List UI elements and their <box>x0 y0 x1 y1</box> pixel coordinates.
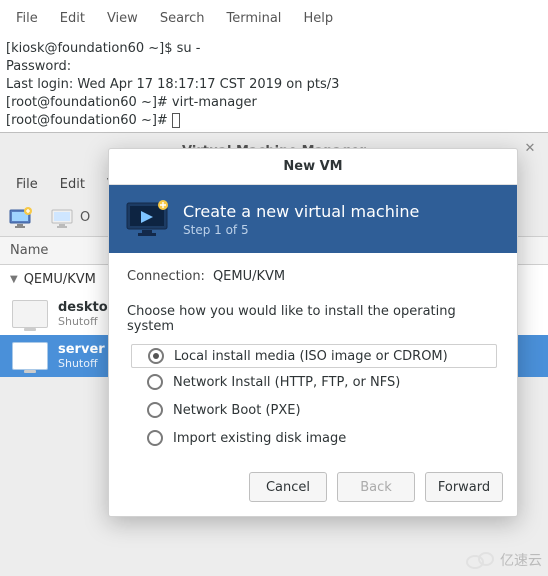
forward-button[interactable]: Forward <box>425 472 503 502</box>
wizard-step: Step 1 of 5 <box>183 223 419 237</box>
vmm-menu-file[interactable]: File <box>6 173 48 196</box>
radio-icon[interactable] <box>148 348 164 364</box>
menu-search[interactable]: Search <box>150 7 215 30</box>
connection-name: QEMU/KVM <box>24 272 96 287</box>
wizard-banner: Create a new virtual machine Step 1 of 5 <box>109 185 517 253</box>
option-label: Import existing disk image <box>173 431 346 446</box>
vm-play-icon <box>125 199 169 239</box>
choose-label: Choose how you would like to install the… <box>127 304 499 334</box>
term-line: Last login: Wed Apr 17 18:17:17 CST 2019… <box>6 77 339 92</box>
watermark: 亿速云 <box>466 550 542 570</box>
menu-help[interactable]: Help <box>293 7 343 30</box>
menu-file[interactable]: File <box>6 7 48 30</box>
open-label: O <box>80 210 90 225</box>
cursor <box>172 113 180 128</box>
menu-terminal[interactable]: Terminal <box>216 7 291 30</box>
monitor-icon <box>12 342 48 370</box>
option-import-disk[interactable]: Import existing disk image <box>127 424 499 452</box>
vm-state: Shutoff <box>58 357 105 370</box>
term-line: [root@foundation60 ~]# virt-manager <box>6 95 257 110</box>
watermark-text: 亿速云 <box>500 550 542 570</box>
vmm-menu-edit[interactable]: Edit <box>50 173 95 196</box>
wizard-heading: Create a new virtual machine <box>183 202 419 221</box>
terminal-menubar: File Edit View Search Terminal Help <box>0 0 548 36</box>
option-label: Local install media (ISO image or CDROM) <box>174 349 448 364</box>
radio-icon[interactable] <box>147 374 163 390</box>
radio-icon[interactable] <box>147 402 163 418</box>
term-line: [root@foundation60 ~]# <box>6 113 172 128</box>
option-network-install[interactable]: Network Install (HTTP, FTP, or NFS) <box>127 368 499 396</box>
term-line: Password: <box>6 59 71 74</box>
wizard-footer: Cancel Back Forward <box>109 464 517 516</box>
connection-value: QEMU/KVM <box>213 269 285 284</box>
option-label: Network Boot (PXE) <box>173 403 301 418</box>
vm-name: server <box>58 342 105 357</box>
chevron-down-icon: ▼ <box>10 274 18 285</box>
term-line: [kiosk@foundation60 ~]$ su - <box>6 41 200 56</box>
open-vm-icon[interactable] <box>50 206 74 230</box>
option-network-boot[interactable]: Network Boot (PXE) <box>127 396 499 424</box>
option-local-install[interactable]: Local install media (ISO image or CDROM) <box>131 344 497 368</box>
monitor-icon <box>12 300 48 328</box>
cancel-button[interactable]: Cancel <box>249 472 327 502</box>
new-vm-wizard: New VM Create a new virtual machine Step… <box>108 148 518 517</box>
new-vm-icon[interactable] <box>8 206 32 230</box>
menu-edit[interactable]: Edit <box>50 7 95 30</box>
terminal-output[interactable]: [kiosk@foundation60 ~]$ su - Password: L… <box>0 36 548 140</box>
back-button: Back <box>337 472 415 502</box>
connection-field: Connection: QEMU/KVM <box>127 269 499 284</box>
wizard-title: New VM <box>109 149 517 185</box>
menu-view[interactable]: View <box>97 7 148 30</box>
option-label: Network Install (HTTP, FTP, or NFS) <box>173 375 400 390</box>
connection-label: Connection: <box>127 269 205 284</box>
close-icon[interactable]: ✕ <box>520 139 540 159</box>
radio-icon[interactable] <box>147 430 163 446</box>
